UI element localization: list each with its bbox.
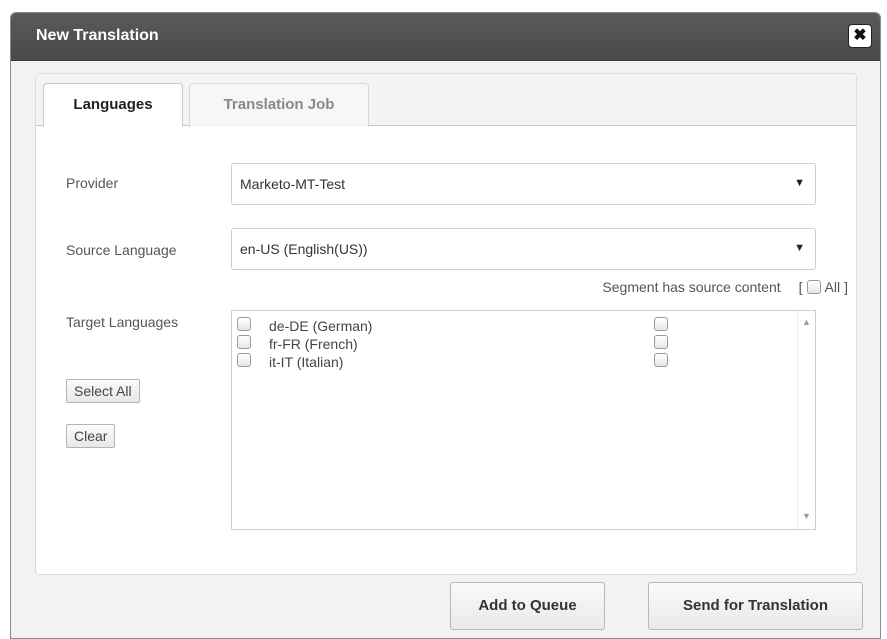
source-language-select[interactable]: en-US (English(US)) ▼: [231, 228, 816, 270]
list-item: fr-FR (French): [237, 335, 797, 353]
language-checkbox[interactable]: [237, 335, 251, 349]
list-item: it-IT (Italian): [237, 353, 797, 371]
tab-strip: Languages Translation Job: [36, 74, 856, 127]
tab-translation-job[interactable]: Translation Job: [189, 83, 369, 127]
send-for-translation-button[interactable]: Send for Translation: [648, 582, 863, 630]
add-to-queue-button[interactable]: Add to Queue: [450, 582, 605, 630]
bracket-close: ]: [844, 279, 848, 295]
bracket-open: [: [798, 279, 803, 295]
language-checkbox[interactable]: [237, 317, 251, 331]
segment-source-content-row: Segment has source content [ All ]: [602, 279, 848, 295]
close-button[interactable]: ✖: [848, 24, 872, 48]
segment-all-label: All: [824, 279, 841, 295]
scroll-down-icon[interactable]: ▼: [802, 511, 811, 521]
dialog-title: New Translation: [36, 27, 159, 44]
source-language-value: en-US (English(US)): [240, 241, 368, 257]
chevron-down-icon: ▼: [794, 177, 805, 189]
language-checkbox[interactable]: [237, 353, 251, 367]
provider-select[interactable]: Marketo-MT-Test ▼: [231, 163, 816, 205]
segment-checkbox[interactable]: [654, 353, 668, 367]
chevron-down-icon: ▼: [794, 242, 805, 254]
segment-label: Segment has source content: [602, 279, 781, 295]
segment-checkbox[interactable]: [654, 317, 668, 331]
languages-panel: Languages Translation Job Provider Marke…: [35, 73, 857, 575]
target-languages-label: Target Languages: [66, 314, 179, 330]
provider-label: Provider: [66, 175, 119, 191]
list-item: de-DE (German): [237, 317, 797, 335]
tab-languages[interactable]: Languages: [43, 83, 183, 127]
segment-all-checkbox[interactable]: [806, 280, 821, 294]
provider-value: Marketo-MT-Test: [240, 176, 346, 192]
close-icon: ✖: [853, 27, 867, 44]
segment-checkbox[interactable]: [654, 335, 668, 349]
source-language-label: Source Language: [66, 242, 177, 258]
clear-button[interactable]: Clear: [66, 424, 116, 448]
dialog-titlebar: New Translation ✖: [11, 13, 880, 61]
target-languages-list: de-DE (German) fr-FR (French) it-IT (Ita…: [231, 310, 816, 530]
language-label: fr-FR (French): [269, 336, 358, 352]
new-translation-dialog: New Translation ✖ Languages Translation …: [10, 12, 881, 639]
language-label: de-DE (German): [269, 318, 373, 334]
list-scrollbar[interactable]: ▲ ▼: [797, 311, 815, 529]
language-label: it-IT (Italian): [269, 354, 344, 370]
scroll-up-icon[interactable]: ▲: [802, 317, 811, 327]
select-all-button[interactable]: Select All: [66, 379, 140, 403]
